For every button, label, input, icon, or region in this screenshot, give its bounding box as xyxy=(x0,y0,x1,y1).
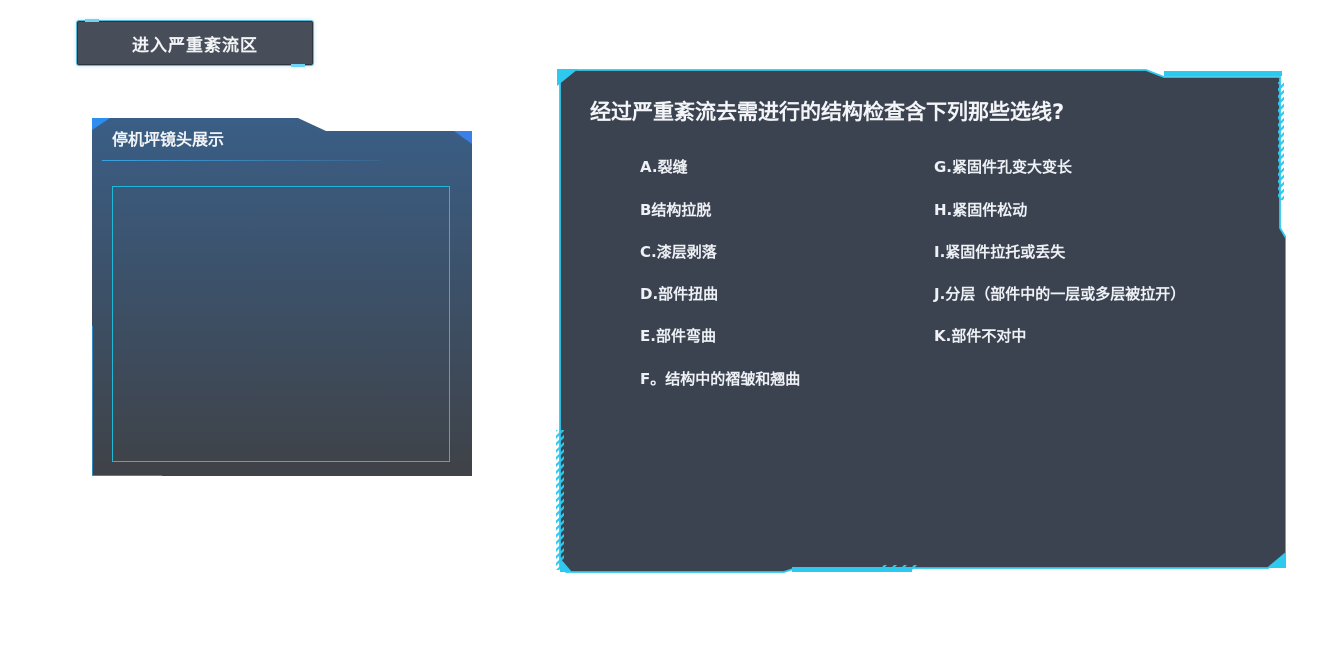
option-k[interactable]: K.部件不对中 xyxy=(934,325,1026,346)
option-f[interactable]: F。结构中的褶皱和翘曲 xyxy=(640,368,800,389)
apron-camera-panel: 停机坪镜头展示 xyxy=(92,114,472,476)
corner-accent xyxy=(85,19,99,22)
option-d[interactable]: D.部件扭曲 xyxy=(640,283,718,304)
enter-button-label: 进入严重紊流区 xyxy=(132,35,258,56)
enter-severe-turbulence-button[interactable]: 进入严重紊流区 xyxy=(76,19,314,67)
option-b[interactable]: B结构拉脱 xyxy=(640,199,711,220)
option-a[interactable]: A.裂缝 xyxy=(640,156,688,177)
option-c[interactable]: C.漆层剥落 xyxy=(640,241,717,262)
option-g[interactable]: G.紧固件孔变大变长 xyxy=(934,156,1072,177)
camera-viewport xyxy=(112,186,450,462)
question-panel-frame xyxy=(556,69,1286,573)
corner-accent xyxy=(291,64,305,67)
camera-panel-title: 停机坪镜头展示 xyxy=(112,130,225,149)
option-i[interactable]: I.紧固件拉托或丢失 xyxy=(934,241,1065,262)
question-panel: 经过严重紊流去需进行的结构检查含下列那些选线? A.裂缝 B结构拉脱 C.漆层剥… xyxy=(556,68,1286,574)
option-e[interactable]: E.部件弯曲 xyxy=(640,325,716,346)
option-j[interactable]: J.分层（部件中的一层或多层被拉开） xyxy=(934,283,1185,304)
question-title: 经过严重紊流去需进行的结构检查含下列那些选线? xyxy=(590,100,1065,124)
option-h[interactable]: H.紧固件松动 xyxy=(934,199,1027,220)
title-divider xyxy=(102,160,380,161)
